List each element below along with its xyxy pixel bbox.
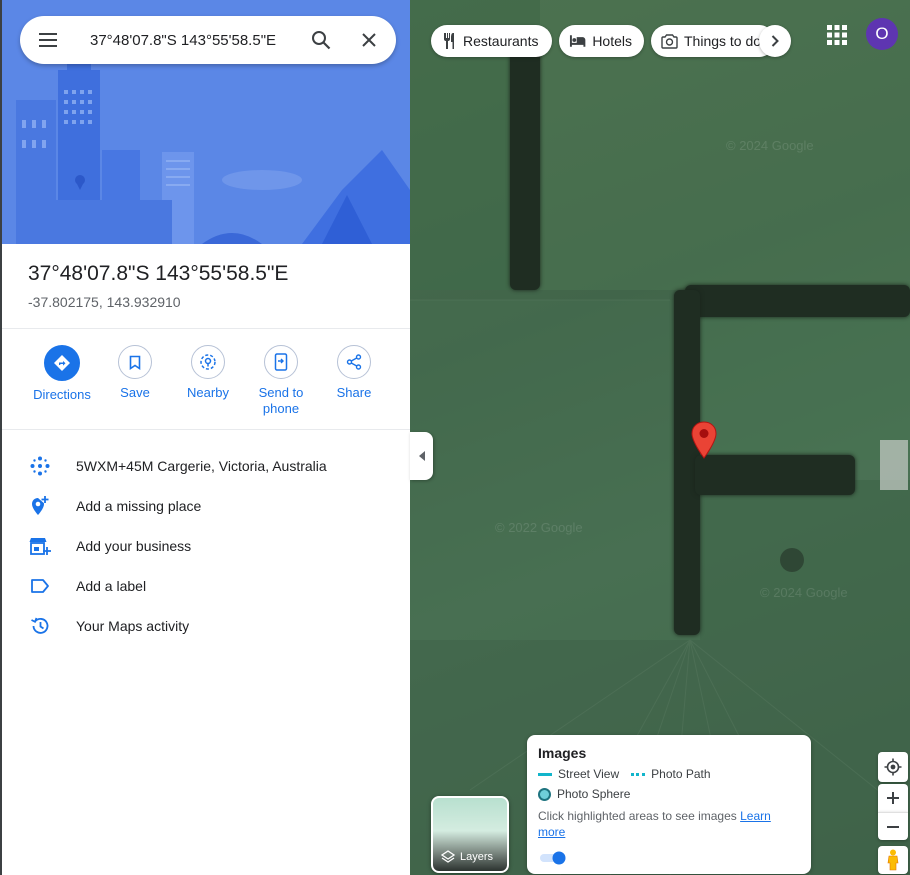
add-business-icon xyxy=(26,534,54,558)
pegman-icon xyxy=(887,849,899,871)
search-box xyxy=(20,16,396,64)
add-missing-place-row[interactable]: Add a missing place xyxy=(2,486,410,526)
my-location-icon xyxy=(884,758,902,776)
hotel-icon xyxy=(569,35,586,47)
action-circle xyxy=(337,345,371,379)
chip-label: Hotels xyxy=(592,33,632,49)
photo-path-swatch xyxy=(631,772,646,776)
action-label: Share xyxy=(336,385,372,400)
divider xyxy=(2,328,410,329)
add-business-row[interactable]: Add your business xyxy=(2,526,410,566)
tree-line xyxy=(695,455,855,495)
chip-label: Things to do xyxy=(684,33,762,49)
action-circle xyxy=(264,345,298,379)
legend-photo-path: Photo Path xyxy=(651,767,711,781)
clear-search-button[interactable] xyxy=(345,16,393,64)
legend-row: Photo Sphere xyxy=(538,787,800,801)
history-icon xyxy=(26,614,54,638)
add-place-icon xyxy=(26,494,54,518)
apps-grid-icon[interactable] xyxy=(826,24,848,46)
add-label-row[interactable]: Add a label xyxy=(2,566,410,606)
layers-button[interactable]: Layers xyxy=(431,796,509,873)
zoom-in-button[interactable] xyxy=(878,784,908,812)
photo-sphere-swatch xyxy=(538,787,551,801)
add-missing-place-text: Add a missing place xyxy=(76,498,202,514)
images-hint: Click highlighted areas to see images Le… xyxy=(538,808,800,840)
chevron-right-icon xyxy=(771,35,779,47)
chip-things-to-do[interactable]: Things to do xyxy=(651,25,775,57)
nearby-icon xyxy=(200,354,216,370)
plus-code-text: 5WXM+45M Cargerie, Victoria, Australia xyxy=(76,458,327,474)
search-button[interactable] xyxy=(297,16,345,64)
legend-row: Street View Photo Path xyxy=(538,767,800,781)
images-hint-text: Click highlighted areas to see images xyxy=(538,809,737,823)
plus-code-icon xyxy=(26,454,54,478)
layers-label: Layers xyxy=(441,850,493,864)
plus-icon xyxy=(887,792,899,804)
maps-activity-row[interactable]: Your Maps activity xyxy=(2,606,410,646)
action-label: Nearby xyxy=(187,385,229,400)
place-title: 37°48'07.8"S 143°55'58.5"E xyxy=(28,262,289,285)
share-icon xyxy=(346,354,362,370)
plus-code-row[interactable]: 5WXM+45M Cargerie, Victoria, Australia xyxy=(2,446,410,486)
action-label: Send to phone xyxy=(258,385,304,416)
send-to-phone-icon xyxy=(274,353,288,371)
directions-icon xyxy=(54,355,70,371)
action-circle xyxy=(191,345,225,379)
layers-icon xyxy=(441,850,455,863)
map-watermark: © 2022 Google xyxy=(495,520,583,535)
minus-icon xyxy=(887,825,899,828)
chip-hotels[interactable]: Hotels xyxy=(559,25,644,57)
add-label-text: Add a label xyxy=(76,578,147,594)
maps-activity-text: Your Maps activity xyxy=(76,618,190,634)
label-icon xyxy=(26,574,54,598)
search-icon xyxy=(312,31,331,50)
map-watermark: © 2024 Google xyxy=(726,138,814,153)
action-circle xyxy=(44,345,80,381)
images-legend-card: Images Street View Photo Path Photo Sphe… xyxy=(527,735,811,874)
my-location-button[interactable] xyxy=(878,752,908,782)
map-watermark: © 2024 Google xyxy=(760,585,848,600)
hamburger-menu-icon xyxy=(39,33,57,47)
action-circle xyxy=(118,345,152,379)
search-input[interactable] xyxy=(88,30,297,50)
chip-label: Restaurants xyxy=(463,33,539,49)
camera-icon xyxy=(661,33,678,49)
save-button[interactable]: Save xyxy=(99,345,171,401)
legend-photo-sphere: Photo Sphere xyxy=(557,787,631,801)
chips-next-button[interactable] xyxy=(759,25,791,57)
location-pin-icon[interactable] xyxy=(690,421,718,459)
street-view-swatch xyxy=(538,772,552,776)
legend-street-view: Street View xyxy=(558,767,620,781)
place-panel: 37°48'07.8"S 143°55'58.5"E -37.802175, 1… xyxy=(0,0,410,875)
street-view-toggle[interactable] xyxy=(539,851,567,865)
place-coordinates: -37.802175, 143.932910 xyxy=(28,294,181,310)
add-business-text: Add your business xyxy=(76,538,192,554)
directions-button[interactable]: Directions xyxy=(26,345,98,403)
account-avatar[interactable]: O xyxy=(866,18,898,50)
caret-left-icon xyxy=(418,451,425,461)
nearby-button[interactable]: Nearby xyxy=(172,345,244,401)
action-label: Directions xyxy=(33,387,91,402)
close-icon xyxy=(362,33,376,47)
bookmark-icon xyxy=(129,355,141,370)
tree-line xyxy=(510,50,540,290)
share-button[interactable]: Share xyxy=(318,345,390,401)
action-label: Save xyxy=(120,385,150,400)
images-card-title: Images xyxy=(538,745,587,761)
send-to-phone-button[interactable]: Send to phone xyxy=(245,345,317,417)
restaurant-icon xyxy=(444,33,454,49)
menu-button[interactable] xyxy=(24,16,72,64)
chip-restaurants[interactable]: Restaurants xyxy=(431,25,552,57)
pegman-button[interactable] xyxy=(878,846,908,874)
tree-line xyxy=(685,285,910,317)
collapse-panel-button[interactable] xyxy=(410,432,433,480)
zoom-out-button[interactable] xyxy=(878,812,908,840)
divider xyxy=(2,429,410,430)
